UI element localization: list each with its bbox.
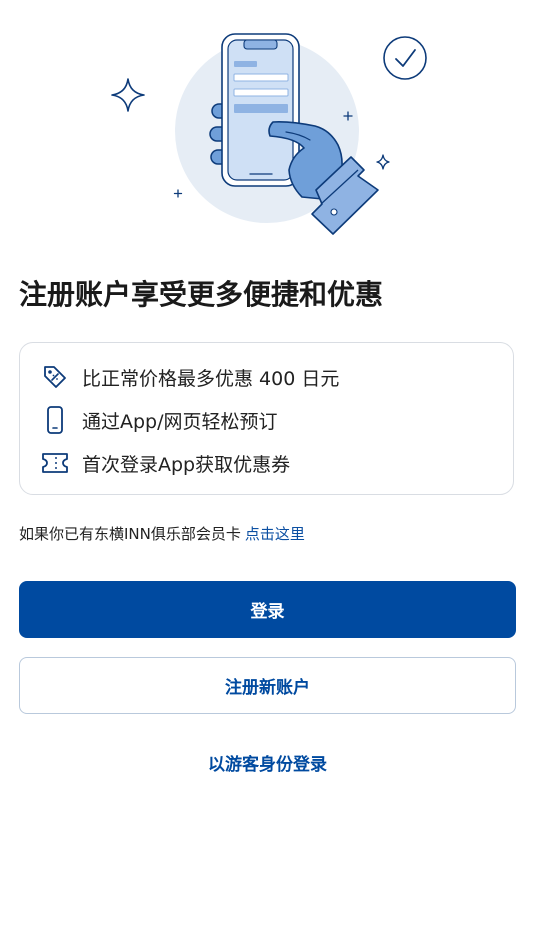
guest-login-link[interactable]: 以游客身份登录 (0, 750, 535, 775)
member-card-link[interactable]: 点击这里 (245, 525, 305, 543)
page-headline: 注册账户享受更多便捷和优惠 (19, 278, 384, 311)
hero-illustration (111, 33, 427, 235)
benefit-item: 比正常价格最多优惠 400 日元 (40, 362, 339, 392)
check-circle-icon (383, 36, 427, 80)
sparkle-icon (376, 154, 390, 170)
coupon-ticket-icon (40, 448, 70, 478)
login-button[interactable]: 登录 (19, 581, 516, 638)
benefit-text: 通过App/网页轻松预订 (82, 410, 278, 433)
benefit-text: 比正常价格最多优惠 400 日元 (82, 367, 340, 390)
smartphone-icon (40, 405, 70, 435)
sparkle-icon (111, 78, 145, 112)
member-card-note-text: 如果你已有东横INN俱乐部会员卡 (19, 525, 241, 543)
register-button[interactable]: 注册新账户 (19, 657, 516, 714)
benefits-card: 比正常价格最多优惠 400 日元 通过App/网页轻松预订 首次登录App获取优… (19, 342, 514, 495)
benefit-item: 首次登录App获取优惠券 (40, 448, 290, 478)
member-card-note: 如果你已有东横INN俱乐部会员卡 点击这里 (19, 522, 305, 546)
price-tag-icon (40, 362, 70, 392)
sparkle-icon (173, 189, 183, 198)
benefit-item: 通过App/网页轻松预订 (40, 405, 278, 435)
benefit-text: 首次登录App获取优惠券 (82, 453, 291, 476)
